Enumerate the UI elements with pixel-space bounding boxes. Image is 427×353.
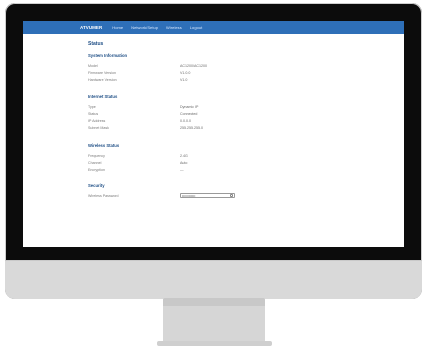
- detail-value: V1.0.0: [180, 70, 191, 75]
- section-title: System Information: [88, 53, 128, 58]
- monitor-frame: ATVUMER Home Network/Setup Wireless Logo…: [5, 3, 422, 299]
- top-navigation-bar: ATVUMER Home Network/Setup Wireless Logo…: [23, 21, 404, 34]
- detail-label: Encryption: [88, 167, 105, 172]
- section-internet-status: Internet Status Type Dynamic IP Status C…: [88, 94, 398, 131]
- detail-row: Encryption —: [88, 166, 398, 173]
- detail-row: Type Dynamic IP: [88, 103, 398, 110]
- detail-label: Model: [88, 63, 98, 68]
- detail-row: Firmware Version V1.0.0: [88, 69, 398, 76]
- nav-item-logout[interactable]: Logout: [190, 25, 203, 30]
- detail-label: Hardware Version: [88, 77, 117, 82]
- section-security: Security Wireless Password ••••••••••••: [88, 183, 398, 199]
- detail-label: Status: [88, 111, 99, 116]
- detail-label: IP Address: [88, 118, 106, 123]
- detail-value: 0.0.0.0: [180, 118, 191, 123]
- detail-label: Firmware Version: [88, 70, 116, 75]
- detail-label: Subnet Mask: [88, 125, 109, 130]
- detail-value: 255.255.255.0: [180, 125, 203, 130]
- detail-value: Dynamic IP: [180, 104, 199, 109]
- nav-item-network-setup[interactable]: Network/Setup: [131, 25, 158, 30]
- detail-label: Wireless Password: [88, 193, 119, 198]
- detail-row: Frequency 2.4G: [88, 152, 398, 159]
- detail-value: Auto: [180, 160, 188, 165]
- monitor-screen: ATVUMER Home Network/Setup Wireless Logo…: [23, 21, 404, 247]
- eye-icon[interactable]: [230, 194, 233, 197]
- password-field[interactable]: ••••••••••••: [180, 193, 235, 198]
- page-content: Status System Information Model AC1200/A…: [88, 41, 398, 246]
- section-title: Security: [88, 183, 105, 188]
- detail-label: Channel: [88, 160, 102, 165]
- detail-value: Connected: [180, 111, 198, 116]
- detail-row: Channel Auto: [88, 159, 398, 166]
- section-system-information: System Information Model AC1200/AC1200 F…: [88, 53, 398, 83]
- desktop-scene: ATVUMER Home Network/Setup Wireless Logo…: [0, 0, 427, 353]
- detail-value: —: [180, 167, 184, 172]
- detail-row: Wireless Password ••••••••••••: [88, 192, 398, 199]
- nav-item-home[interactable]: Home: [112, 25, 123, 30]
- detail-value: 2.4G: [180, 153, 188, 158]
- detail-row: Hardware Version V1.0: [88, 76, 398, 83]
- detail-value: AC1200/AC1200: [180, 63, 207, 68]
- detail-label: Frequency: [88, 153, 105, 158]
- monitor-base: [157, 341, 272, 346]
- section-title: Wireless Status: [88, 143, 120, 148]
- brand-logo-text[interactable]: ATVUMER: [80, 25, 102, 30]
- detail-row: IP Address 0.0.0.0: [88, 117, 398, 124]
- password-value: ••••••••••••: [182, 193, 196, 198]
- detail-row: Subnet Mask 255.255.255.0: [88, 124, 398, 131]
- monitor-stand: [163, 298, 265, 343]
- detail-label: Type: [88, 104, 96, 109]
- detail-row: Model AC1200/AC1200: [88, 62, 398, 69]
- section-title: Internet Status: [88, 94, 118, 99]
- nav-item-wireless[interactable]: Wireless: [166, 25, 182, 30]
- detail-value: V1.0: [180, 77, 188, 82]
- page-title: Status: [88, 41, 104, 47]
- detail-row: Status Connected: [88, 110, 398, 117]
- section-wireless-status: Wireless Status Frequency 2.4G Channel A…: [88, 143, 398, 173]
- monitor-chin: [5, 260, 422, 299]
